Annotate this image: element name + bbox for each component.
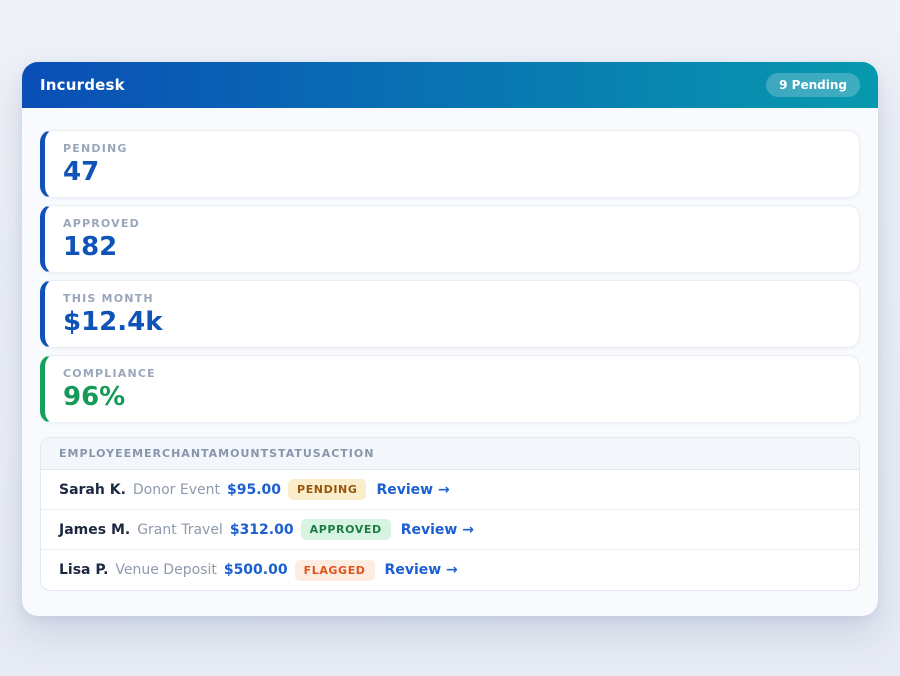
- merchant-name: Donor Event: [133, 482, 220, 498]
- status-badge: FLAGGED: [295, 560, 375, 581]
- table-row: James M. Grant Travel $312.00 APPROVED R…: [41, 510, 859, 550]
- column-header-merchant: MERCHANT: [132, 447, 209, 460]
- table-row: Lisa P. Venue Deposit $500.00 FLAGGED Re…: [41, 550, 859, 590]
- stat-value: 182: [63, 233, 841, 262]
- expense-amount: $95.00: [227, 482, 281, 498]
- column-header-status: STATUS: [269, 447, 322, 460]
- pending-count-badge: 9 Pending: [766, 73, 860, 97]
- stat-card-pending: PENDING 47: [40, 130, 860, 198]
- expense-amount: $500.00: [224, 562, 288, 578]
- stat-label: THIS MONTH: [63, 292, 841, 305]
- employee-name: James M.: [59, 522, 130, 538]
- status-badge: PENDING: [288, 479, 366, 500]
- stat-value: 96%: [63, 383, 841, 412]
- stat-label: PENDING: [63, 142, 841, 155]
- merchant-name: Venue Deposit: [115, 562, 216, 578]
- status-badge: APPROVED: [301, 519, 391, 540]
- app-header: Incurdesk 9 Pending: [22, 62, 878, 108]
- stat-card-approved: APPROVED 182: [40, 205, 860, 273]
- table-row: Sarah K. Donor Event $95.00 PENDING Revi…: [41, 470, 859, 510]
- table-header-row: EMPLOYEEMERCHANTAMOUNTSTATUSACTION: [41, 438, 859, 470]
- merchant-name: Grant Travel: [137, 522, 223, 538]
- stat-card-this-month: THIS MONTH $12.4k: [40, 280, 860, 348]
- column-header-action: ACTION: [322, 447, 375, 460]
- employee-name: Sarah K.: [59, 482, 126, 498]
- expenses-table: EMPLOYEEMERCHANTAMOUNTSTATUSACTION Sarah…: [40, 437, 860, 591]
- review-link[interactable]: Review →: [401, 522, 474, 538]
- stat-label: COMPLIANCE: [63, 367, 841, 380]
- review-link[interactable]: Review →: [376, 482, 449, 498]
- stat-label: APPROVED: [63, 217, 841, 230]
- column-header-employee: EMPLOYEE: [59, 447, 132, 460]
- stat-value: $12.4k: [63, 308, 841, 337]
- stat-card-compliance: COMPLIANCE 96%: [40, 355, 860, 423]
- expense-amount: $312.00: [230, 522, 294, 538]
- app-title: Incurdesk: [40, 76, 125, 94]
- column-header-amount: AMOUNT: [209, 447, 269, 460]
- review-link[interactable]: Review →: [385, 562, 458, 578]
- app-card: Incurdesk 9 Pending PENDING 47 APPROVED …: [22, 62, 878, 616]
- main-content: PENDING 47 APPROVED 182 THIS MONTH $12.4…: [22, 108, 878, 609]
- stat-value: 47: [63, 158, 841, 187]
- employee-name: Lisa P.: [59, 562, 108, 578]
